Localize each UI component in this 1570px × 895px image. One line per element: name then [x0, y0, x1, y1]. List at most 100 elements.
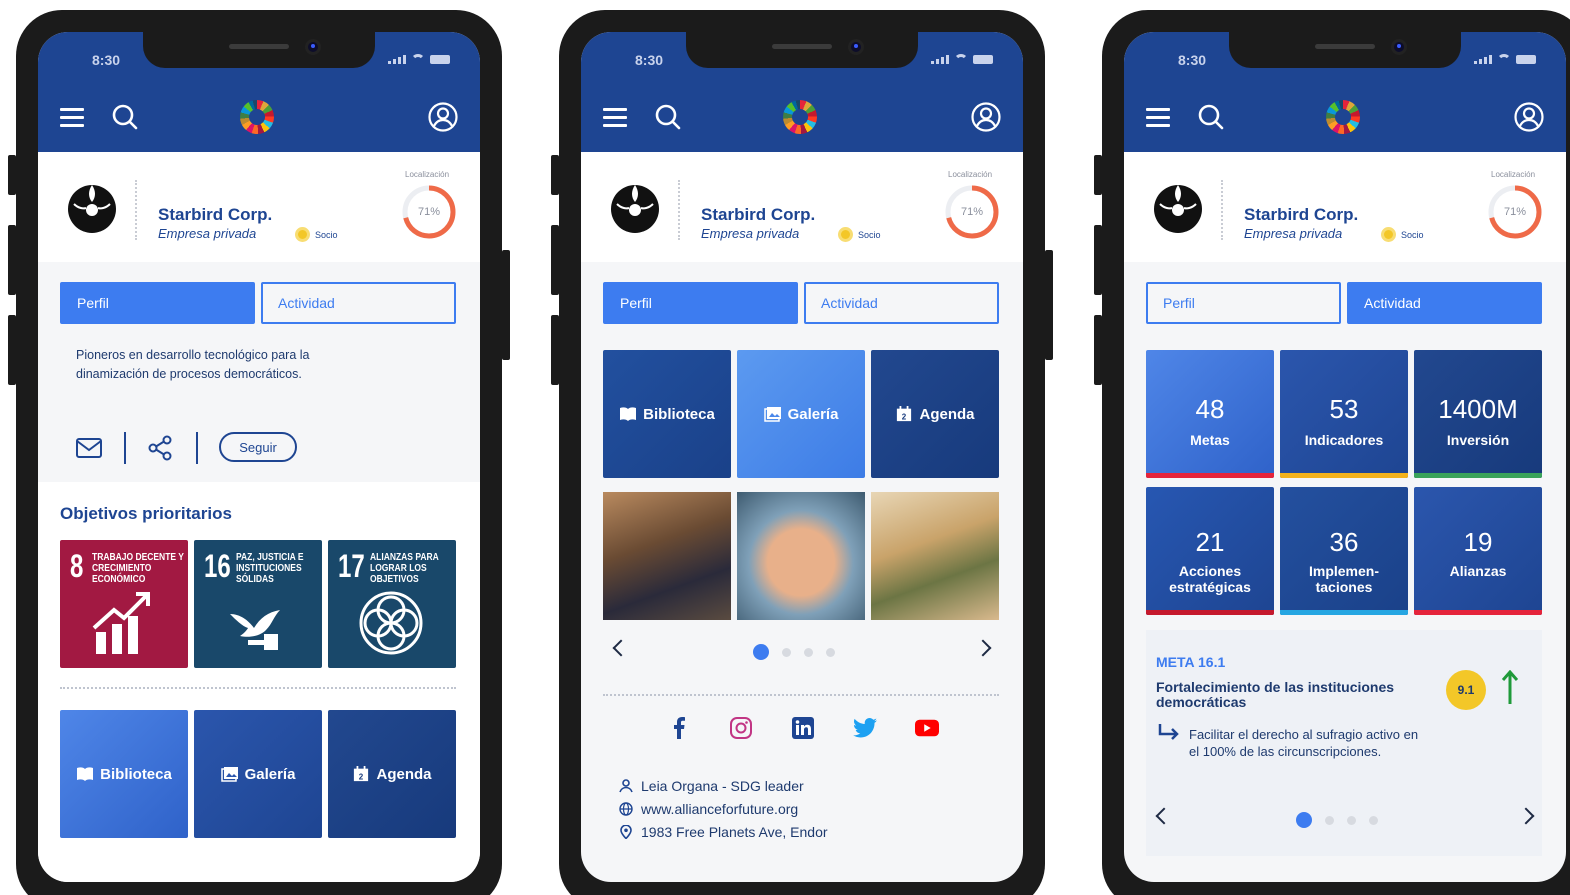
sdg-logo-icon[interactable] [1326, 100, 1360, 134]
stat-tile-implementations[interactable]: 36 Implemen- taciones [1280, 487, 1408, 615]
user-icon[interactable] [428, 102, 458, 132]
location-value: 71% [960, 206, 984, 218]
pager-dot[interactable] [753, 644, 769, 660]
search-icon[interactable] [655, 104, 681, 130]
pager-dot[interactable] [1369, 815, 1378, 825]
menu-icon[interactable] [603, 108, 627, 127]
sdg-logo-icon[interactable] [783, 100, 817, 134]
menu-icon[interactable] [60, 108, 84, 127]
library-tile[interactable]: Biblioteca [60, 710, 188, 838]
contact-address-row: 1983 Free Planets Ave, Endor [619, 820, 828, 843]
tab-activity[interactable]: Actividad [261, 282, 456, 324]
chevron-right-icon[interactable] [974, 639, 992, 657]
signal-icon [1474, 55, 1492, 64]
stat-bar [1280, 473, 1408, 478]
linkedin-icon[interactable] [791, 716, 815, 740]
sdg-goal-16[interactable]: 16 Paz, justicia e instituciones sólidas [194, 540, 322, 668]
user-icon[interactable] [971, 102, 1001, 132]
meta-card[interactable]: META 16.1 Fortalecimiento de las institu… [1146, 630, 1542, 856]
screen: 8:30 Starbird Corp. Empresa privada Soci… [1124, 32, 1566, 882]
pager-dot[interactable] [782, 647, 791, 657]
tab-profile[interactable]: Perfil [1146, 282, 1341, 324]
pager-dot[interactable] [804, 647, 813, 657]
stat-bar [1414, 473, 1542, 478]
phone-media: 8:30 Starbird Corp. Empresa privada Soci… [551, 10, 1053, 895]
sdg-goal-17[interactable]: 17 Alianzas para lograr los objetivos [328, 540, 456, 668]
company-header: Starbird Corp. Empresa privada Socio Loc… [581, 152, 1023, 262]
status-time: 8:30 [635, 52, 664, 68]
arrow-up-icon [1502, 670, 1518, 704]
mail-icon[interactable] [76, 438, 102, 458]
instagram-icon[interactable] [729, 716, 753, 740]
menu-icon[interactable] [1146, 108, 1170, 127]
pager-dot[interactable] [1347, 815, 1356, 825]
rebel-emblem-icon [68, 185, 116, 233]
stat-tile-actions[interactable]: 21 Acciones estratégicas [1146, 487, 1274, 615]
stat-tile-goals[interactable]: 48 Metas [1146, 350, 1274, 478]
battery-icon [973, 55, 993, 64]
stat-tile-investment[interactable]: 1400M Inversión [1414, 350, 1542, 478]
tab-profile[interactable]: Perfil [60, 282, 255, 324]
gallery-tile[interactable]: Galería [194, 710, 322, 838]
gallery-photo-1[interactable] [603, 492, 731, 620]
stat-bar [1280, 610, 1408, 615]
meta-label: META 16.1 [1156, 654, 1226, 670]
search-icon[interactable] [1198, 104, 1224, 130]
phone-profile: 8:30 Starbird Corp. Empresa privada Soci… [8, 10, 510, 895]
chevron-left-icon[interactable] [1155, 807, 1173, 825]
chevron-right-icon[interactable] [1517, 807, 1535, 825]
share-icon[interactable] [148, 435, 172, 461]
sdg-goal-8[interactable]: 8 Trabajo decente y crecimiento económic… [60, 540, 188, 668]
stat-label: Metas [1190, 432, 1230, 448]
location-value: 71% [1503, 206, 1527, 218]
company-header: Starbird Corp. Empresa privada Socio Loc… [38, 152, 480, 262]
badge-label: Socio [1401, 229, 1424, 240]
tab-activity[interactable]: Actividad [804, 282, 999, 324]
partner-badge: Socio [1381, 227, 1424, 242]
pager-dot[interactable] [1296, 812, 1312, 828]
company-name: Starbird Corp. [1244, 205, 1359, 224]
sdg-logo-icon[interactable] [240, 100, 274, 134]
search-icon[interactable] [112, 104, 138, 130]
follow-button[interactable]: Seguir [219, 432, 297, 462]
gallery-photo-3[interactable] [871, 492, 999, 620]
youtube-icon[interactable] [915, 716, 939, 740]
location-label: Localización [1491, 170, 1536, 179]
tab-profile[interactable]: Perfil [603, 282, 798, 324]
company-description: Pioneros en desarrollo tecnológico para … [76, 348, 310, 381]
growth-chart-icon [92, 592, 150, 654]
pager-dot[interactable] [826, 647, 835, 657]
pager-dot[interactable] [1325, 815, 1334, 825]
status-time: 8:30 [1178, 52, 1207, 68]
library-tile[interactable]: Biblioteca [603, 350, 731, 478]
stat-tile-indicators[interactable]: 53 Indicadores [1280, 350, 1408, 478]
wifi-icon [411, 54, 425, 64]
company-type: Empresa privada [1244, 226, 1343, 241]
stat-bar [1146, 473, 1274, 478]
goal-number: 8 [70, 548, 84, 584]
gallery-label: Galería [787, 405, 839, 423]
agenda-label: Agenda [376, 765, 432, 783]
stat-value: 19 [1463, 527, 1493, 557]
agenda-tile[interactable]: 2 Agenda [871, 350, 999, 478]
contact-website[interactable]: www.allianceforfuture.org [641, 801, 798, 817]
facebook-icon[interactable] [667, 716, 691, 740]
user-icon[interactable] [1514, 102, 1544, 132]
stat-tile-alliances[interactable]: 19 Alianzas [1414, 487, 1542, 615]
calendar-icon: 2 [897, 406, 912, 421]
twitter-icon[interactable] [853, 716, 877, 740]
agenda-tile[interactable]: 2 Agenda [328, 710, 456, 838]
badge-label: Socio [315, 229, 338, 240]
gallery-photo-2[interactable] [737, 492, 865, 620]
stat-label: Acciones estratégicas [1169, 563, 1251, 595]
contact-website-row[interactable]: www.allianceforfuture.org [619, 797, 828, 820]
chevron-left-icon[interactable] [612, 639, 630, 657]
gallery-tile[interactable]: Galería [737, 350, 865, 478]
globe-icon [619, 801, 633, 816]
social-links [667, 716, 939, 740]
tab-activity[interactable]: Actividad [1347, 282, 1542, 324]
company-name: Starbird Corp. [701, 205, 816, 224]
tabs: Perfil Actividad [60, 282, 456, 324]
badge-label: Socio [858, 229, 881, 240]
signal-icon [931, 55, 949, 64]
